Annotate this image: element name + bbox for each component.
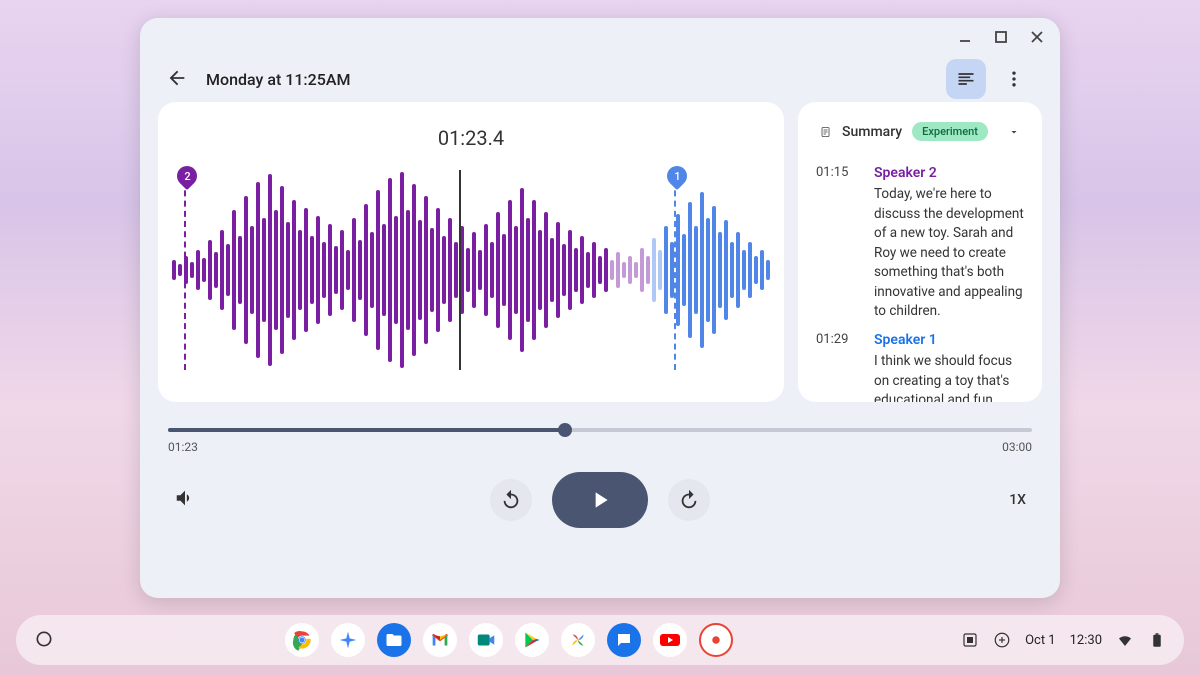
summary-label: Summary <box>842 124 902 140</box>
speaker-marker-1[interactable]: 1 <box>674 170 676 370</box>
summary-toggle[interactable]: Summary Experiment <box>816 116 1024 155</box>
wifi-icon <box>1116 631 1134 649</box>
launcher-button[interactable] <box>34 629 56 651</box>
window-titlebar <box>140 18 1060 56</box>
entry-speaker: Speaker 2 <box>874 165 1024 181</box>
meet-app-icon[interactable] <box>469 623 503 657</box>
forward-button[interactable] <box>668 479 710 521</box>
status-time: 12:30 <box>1070 633 1102 648</box>
more-menu-button[interactable] <box>994 59 1034 99</box>
experiment-badge: Experiment <box>912 122 988 141</box>
minimize-button[interactable] <box>956 28 974 46</box>
chevron-down-icon <box>1008 123 1020 141</box>
maximize-button[interactable] <box>992 28 1010 46</box>
volume-icon <box>174 487 196 509</box>
messages-app-icon[interactable] <box>607 623 641 657</box>
playback-controls: 01:23 03:00 1X <box>158 420 1042 528</box>
youtube-app-icon[interactable] <box>653 623 687 657</box>
playhead-timecode: 01:23.4 <box>438 126 504 150</box>
waveform-panel: 01:23.4 2 1 <box>158 102 784 402</box>
rewind-button[interactable] <box>490 479 532 521</box>
forward-icon <box>678 489 700 511</box>
speaker-marker-2[interactable]: 2 <box>184 170 186 370</box>
seek-thumb[interactable] <box>558 423 572 437</box>
screenshot-icon[interactable] <box>961 631 979 649</box>
play-button[interactable] <box>552 472 648 528</box>
seek-track[interactable] <box>168 428 1032 432</box>
header-bar: Monday at 11:25AM <box>158 56 1042 102</box>
volume-button[interactable] <box>174 487 196 513</box>
entry-speaker: Speaker 1 <box>874 332 1024 348</box>
photos-app-icon[interactable] <box>561 623 595 657</box>
status-date: Oct 1 <box>1025 633 1056 648</box>
entry-timestamp: 01:29 <box>816 332 856 402</box>
summary-icon <box>820 123 832 141</box>
replay-icon <box>500 489 522 511</box>
gmail-app-icon[interactable] <box>423 623 457 657</box>
seek-fill <box>168 428 565 432</box>
recorder-app-icon[interactable] <box>699 623 733 657</box>
app-window: Monday at 11:25AM 01:23.4 2 1 <box>140 18 1060 598</box>
play-store-app-icon[interactable] <box>515 623 549 657</box>
gemini-app-icon[interactable] <box>331 623 365 657</box>
entry-text: Today, we're here to discuss the develop… <box>874 185 1024 322</box>
entry-text: I think we should focus on creating a to… <box>874 352 1024 402</box>
status-tray[interactable]: Oct 1 12:30 <box>961 631 1166 649</box>
waveform-area[interactable]: 2 1 <box>172 170 770 370</box>
transcript-entry[interactable]: 01:15 Speaker 2 Today, we're here to discu… <box>816 165 1024 322</box>
files-app-icon[interactable] <box>377 623 411 657</box>
transcript-view-button[interactable] <box>946 59 986 99</box>
playhead-line <box>459 170 461 370</box>
waveform-bars <box>172 170 770 370</box>
chrome-app-icon[interactable] <box>285 623 319 657</box>
speed-button[interactable]: 1X <box>1009 492 1026 508</box>
current-time: 01:23 <box>168 440 198 454</box>
notes-icon <box>956 69 976 89</box>
taskbar: Oct 1 12:30 <box>16 615 1184 665</box>
entry-timestamp: 01:15 <box>816 165 856 322</box>
app-content: Monday at 11:25AM 01:23.4 2 1 <box>140 56 1060 598</box>
battery-icon <box>1148 631 1166 649</box>
close-button[interactable] <box>1028 28 1046 46</box>
total-time: 03:00 <box>1002 440 1032 454</box>
transcript-entries: 01:15 Speaker 2 Today, we're here to discu… <box>816 155 1024 402</box>
play-icon <box>587 487 613 513</box>
transcript-entry[interactable]: 01:29 Speaker 1 I think we should focus on… <box>816 332 1024 402</box>
app-tray <box>56 623 961 657</box>
add-icon[interactable] <box>993 631 1011 649</box>
circle-icon <box>34 629 54 649</box>
transcript-panel: Summary Experiment 01:15 Speaker 2 Today, … <box>798 102 1042 402</box>
back-button[interactable] <box>166 67 190 91</box>
more-vert-icon <box>1004 69 1024 89</box>
recording-title: Monday at 11:25AM <box>206 70 930 89</box>
